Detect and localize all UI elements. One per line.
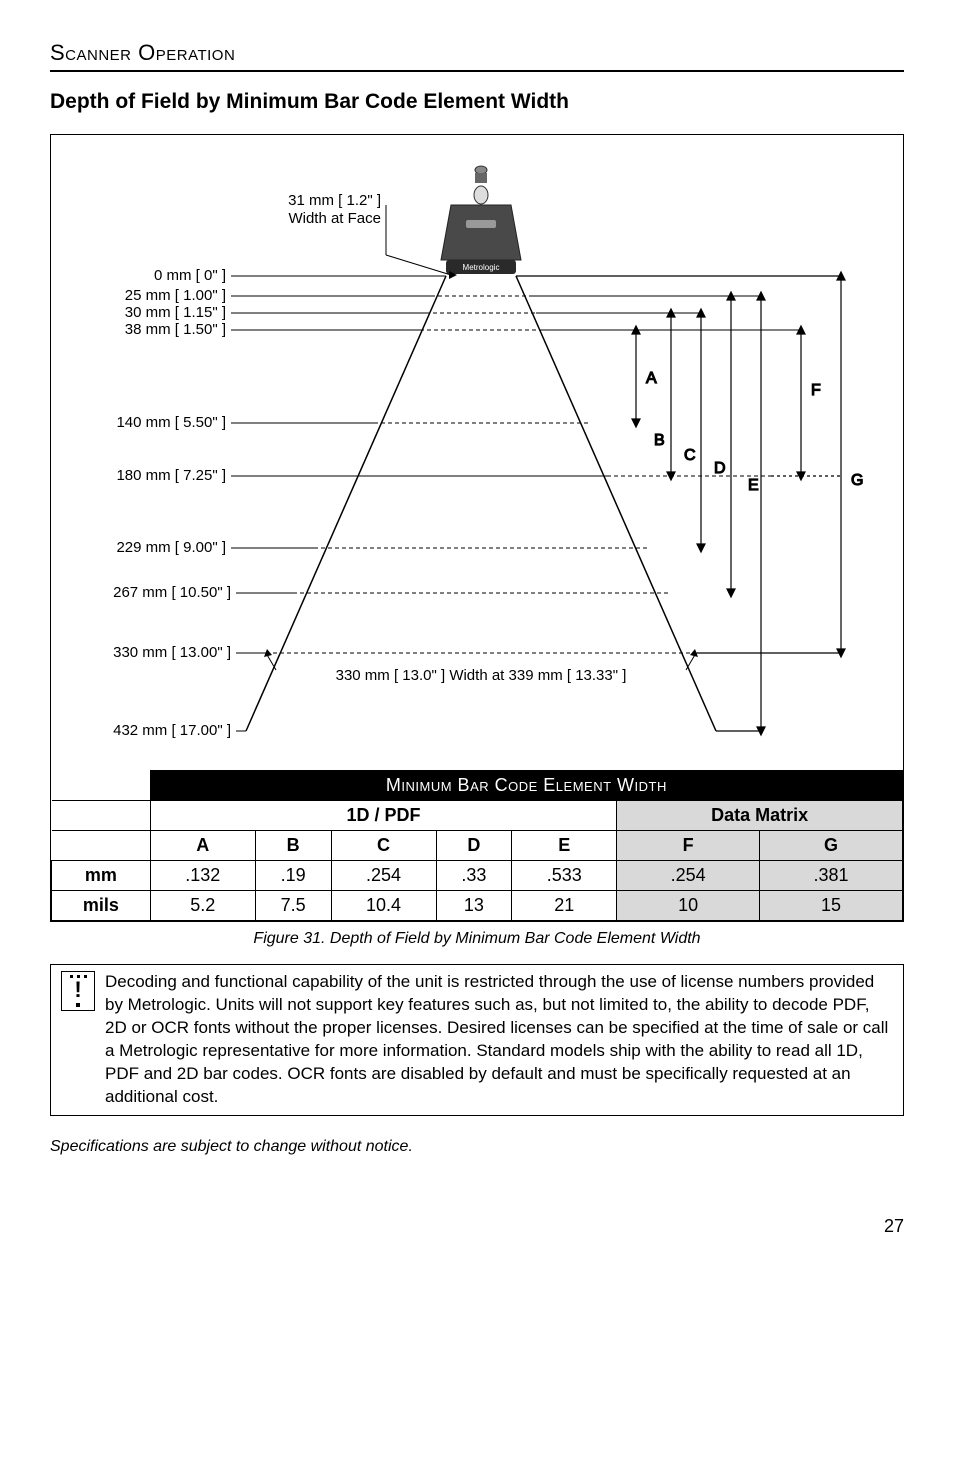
dist-label-1: 25 mm [ 1.00" ] <box>125 287 226 304</box>
page-title: Depth of Field by Minimum Bar Code Eleme… <box>50 90 904 114</box>
cell: 15 <box>760 891 903 921</box>
cell: 13 <box>436 891 512 921</box>
cell: .254 <box>331 861 436 891</box>
range-label-b: B <box>654 432 665 449</box>
info-text: Decoding and functional capability of th… <box>105 971 893 1109</box>
dist-label-8: 330 mm [ 13.00" ] <box>113 644 231 661</box>
scanner-label: Metrologic <box>463 263 500 272</box>
range-label-g: G <box>851 472 863 489</box>
depth-field-diagram: Metrologic 31 mm [ 1.2" ] Width at Face … <box>71 145 891 765</box>
range-label-a: A <box>646 370 657 387</box>
cell: 5.2 <box>150 891 255 921</box>
col-b: B <box>255 831 331 861</box>
dist-label-4: 140 mm [ 5.50" ] <box>116 414 226 431</box>
cell: .33 <box>436 861 512 891</box>
info-note: ! Decoding and functional capability of … <box>50 964 904 1116</box>
table-row: mm .132 .19 .254 .33 .533 .254 .381 <box>52 861 903 891</box>
dist-label-0: 0 mm [ 0" ] <box>154 267 226 284</box>
cell: 7.5 <box>255 891 331 921</box>
group-1d-pdf: 1D / PDF <box>150 801 616 831</box>
depth-of-field-figure: Metrologic 31 mm [ 1.2" ] Width at Face … <box>50 134 904 922</box>
cell: .132 <box>150 861 255 891</box>
dist-label-3: 38 mm [ 1.50" ] <box>125 321 226 338</box>
bottom-width-label: 330 mm [ 13.0" ] Width at 339 mm [ 13.33… <box>336 667 627 684</box>
dist-label-9: 432 mm [ 17.00" ] <box>113 722 231 739</box>
col-e: E <box>512 831 617 861</box>
group-datamatrix: Data Matrix <box>617 801 903 831</box>
row-label-mils: mils <box>52 891 151 921</box>
table-title: Minimum Bar Code Element Width <box>150 771 902 801</box>
cell: 21 <box>512 891 617 921</box>
col-c: C <box>331 831 436 861</box>
dist-label-5: 180 mm [ 7.25" ] <box>116 467 226 484</box>
col-f: F <box>617 831 760 861</box>
cell: .19 <box>255 861 331 891</box>
dist-label-7: 267 mm [ 10.50" ] <box>113 584 231 601</box>
footnote: Specifications are subject to change wit… <box>50 1138 904 1156</box>
page-number: 27 <box>50 1216 904 1237</box>
table-row: mils 5.2 7.5 10.4 13 21 10 15 <box>52 891 903 921</box>
cell: 10 <box>617 891 760 921</box>
dist-label-2: 30 mm [ 1.15" ] <box>125 304 226 321</box>
col-g: G <box>760 831 903 861</box>
cell: .254 <box>617 861 760 891</box>
figure-caption: Figure 31. Depth of Field by Minimum Bar… <box>50 930 904 948</box>
width-face-label: 31 mm [ 1.2" ] <box>288 192 381 209</box>
element-width-table: Minimum Bar Code Element Width 1D / PDF … <box>51 770 903 921</box>
cell: 10.4 <box>331 891 436 921</box>
cell: .381 <box>760 861 903 891</box>
alert-icon: ! <box>61 971 95 1011</box>
range-label-e: E <box>748 477 759 494</box>
col-a: A <box>150 831 255 861</box>
scanner-icon: Metrologic <box>441 166 521 274</box>
section-header: Scanner Operation <box>50 40 904 72</box>
dist-label-6: 229 mm [ 9.00" ] <box>116 539 226 556</box>
range-label-d: D <box>714 460 726 477</box>
range-label-c: C <box>684 447 696 464</box>
row-label-mm: mm <box>52 861 151 891</box>
cell: .533 <box>512 861 617 891</box>
col-d: D <box>436 831 512 861</box>
width-face-sub: Width at Face <box>288 210 381 227</box>
range-label-f: F <box>811 382 821 399</box>
